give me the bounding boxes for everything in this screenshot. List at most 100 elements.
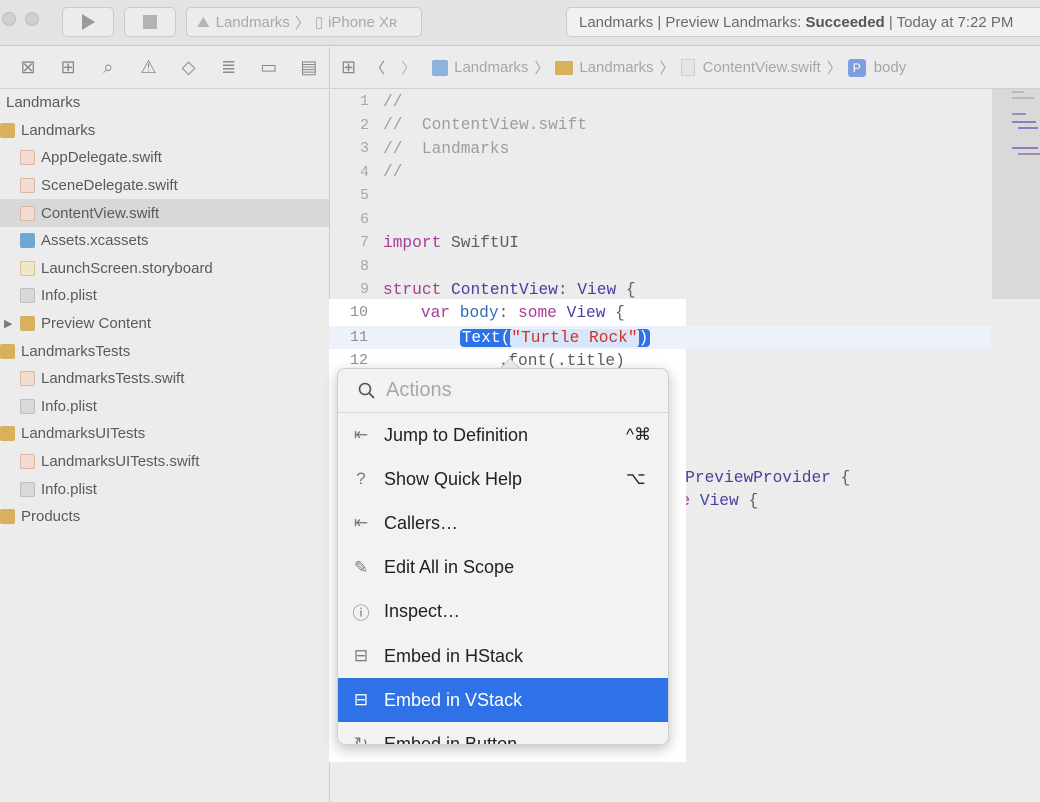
sidebar-item[interactable]: Info.plist	[0, 282, 329, 310]
sidebar-item[interactable]: LandmarksTests	[0, 337, 329, 365]
debug-navigator-tab[interactable]: ≣	[209, 53, 249, 83]
close-window-button[interactable]	[2, 12, 16, 26]
sidebar-item[interactable]: Info.plist	[0, 475, 329, 503]
back-button[interactable]: 〈	[370, 57, 385, 78]
selected-expression[interactable]: Text("Turtle Rock")	[459, 328, 651, 347]
sidebar-item-label: Assets.xcassets	[41, 232, 149, 250]
sidebar-item[interactable]: Landmarks	[0, 89, 329, 117]
scheme-selector[interactable]: ⛰ Landmarks 〉 ▯ iPhone Xʀ	[186, 7, 422, 37]
minimize-window-button[interactable]	[25, 12, 39, 26]
device-icon: ▯	[314, 14, 324, 31]
device-name: iPhone Xʀ	[328, 13, 398, 31]
find-navigator-tab[interactable]: ⌕	[88, 53, 128, 83]
action-item[interactable]: ⇤ Callers…	[338, 501, 668, 545]
action-item[interactable]: ⓘ Inspect…	[338, 590, 668, 634]
navigator-selector-bar: ⊠ ⊞ ⌕ ⚠ ◇ ≣ ▭ ▤	[0, 47, 330, 89]
breadcrumb-symbol[interactable]: body	[874, 59, 907, 76]
sidebar-item[interactable]: LandmarksUITests.swift	[0, 448, 329, 476]
sidebar-item[interactable]: LandmarksTests.swift	[0, 365, 329, 393]
chevron-right-icon: 〉	[294, 14, 310, 32]
breadcrumb-group[interactable]: Landmarks	[579, 59, 653, 76]
code-line: 3 // Landmarks	[331, 137, 993, 160]
line-number: 7	[359, 234, 369, 252]
sidebar-item[interactable]: Landmarks	[0, 117, 329, 145]
code-text: SwiftUI	[441, 233, 520, 252]
breadcrumb-file[interactable]: ContentView.swift	[703, 59, 821, 76]
xcode-window: ⛰ Landmarks 〉 ▯ iPhone Xʀ Landmarks | Pr…	[0, 0, 1040, 802]
activity-suffix: | Today at 7:22 PM	[884, 13, 1014, 31]
refactor-focus-window: 10 var body: some View { 11 Text("Turtle…	[329, 299, 991, 762]
code-comment: // Landmarks	[383, 139, 510, 158]
code-comment: //	[383, 92, 403, 111]
code-identifier: body	[450, 303, 499, 322]
project-navigator-tab[interactable]: ⊠	[8, 53, 48, 83]
sidebar-item-label: LandmarksTests	[21, 342, 131, 360]
sidebar-item[interactable]: Info.plist	[0, 393, 329, 421]
sidebar-item[interactable]: LaunchScreen.storyboard	[0, 255, 329, 283]
report-navigator-tab[interactable]: ▤	[289, 53, 329, 83]
sidebar-item[interactable]: Products	[0, 503, 329, 531]
line-number: 3	[359, 140, 369, 158]
code-keyword: var	[420, 303, 451, 322]
code-line: 4 //	[331, 161, 993, 184]
line-number: 8	[359, 257, 369, 275]
action-item[interactable]: ⊟ Embed in VStack	[338, 678, 668, 723]
action-item[interactable]: ⇤ Jump to Definition ^⌘	[338, 413, 668, 457]
chevron-right-icon: 〉	[534, 60, 550, 77]
test-icon: ◇	[181, 57, 196, 77]
activity-view: Landmarks | Preview Landmarks: Succeeded…	[566, 7, 1040, 37]
hierarchy-icon: ⊞	[60, 57, 76, 77]
code-text: :	[498, 303, 519, 322]
breakpoint-icon: ▭	[260, 57, 278, 77]
action-item[interactable]: ✎ Edit All in Scope	[338, 546, 668, 590]
action-item[interactable]: ↻ Embed in Button	[338, 722, 668, 744]
code-line: 6	[331, 208, 993, 231]
sidebar-item[interactable]: SceneDelegate.swift	[0, 172, 329, 200]
disclosure-triangle-icon[interactable]: ▶	[4, 317, 12, 330]
code-text: :	[557, 280, 578, 299]
action-item[interactable]: ? Show Quick Help ⌥	[338, 457, 668, 501]
swift-icon	[20, 454, 35, 470]
actions-search-field[interactable]: Actions	[338, 369, 668, 413]
breadcrumb-project[interactable]: Landmarks	[454, 59, 528, 76]
minimap[interactable]	[992, 89, 1040, 299]
sidebar-item[interactable]: LandmarksUITests	[0, 420, 329, 448]
code-keyword: struct	[383, 280, 442, 299]
vstack-icon: ⊟	[353, 690, 369, 710]
project-file-icon	[432, 59, 449, 76]
help-icon: ?	[356, 469, 366, 489]
sidebar-item-label: Info.plist	[41, 287, 97, 305]
stop-button[interactable]	[124, 7, 176, 37]
sidebar-item[interactable]: AppDelegate.swift	[0, 144, 329, 172]
swift-icon	[20, 371, 35, 387]
line-number: 12	[349, 352, 368, 369]
report-icon: ▤	[300, 57, 318, 77]
action-item-label: Embed in HStack	[384, 645, 524, 666]
action-item-label: Embed in VStack	[384, 689, 523, 710]
action-item[interactable]: ⊟ Embed in HStack	[338, 634, 668, 678]
line-number: 6	[359, 210, 369, 228]
line-number: 2	[359, 116, 369, 134]
activity-prefix: Landmarks | Preview Landmarks:	[579, 13, 806, 31]
issue-navigator-tab[interactable]: ⚠	[128, 53, 168, 83]
related-items-icon[interactable]: ⊞	[341, 57, 356, 78]
sidebar-item[interactable]: ContentView.swift	[0, 199, 329, 227]
symbol-navigator-tab[interactable]: ⊞	[48, 53, 88, 83]
test-navigator-tab[interactable]: ◇	[169, 53, 209, 83]
forward-button[interactable]: 〉	[401, 57, 416, 78]
run-button[interactable]	[62, 7, 114, 37]
action-popover: Actions ⇤ Jump to Definition ^⌘? Show Quick…	[337, 368, 669, 745]
jump-icon: ⇤	[353, 425, 369, 444]
scheme-name: Landmarks	[215, 13, 290, 31]
sidebar-item[interactable]: Assets.xcassets	[0, 227, 329, 255]
code-call: Text(	[461, 328, 511, 347]
breakpoint-navigator-tab[interactable]: ▭	[249, 53, 289, 83]
activity-status: Succeeded	[805, 13, 885, 31]
app-icon: ⛰	[197, 13, 210, 31]
code-text: {	[830, 468, 851, 487]
code-line-fragment: ome View {	[661, 490, 1040, 513]
sidebar-item[interactable]: ▶ Preview Content	[0, 310, 329, 338]
sidebar-item-label: Landmarks	[6, 94, 81, 112]
code-keyword: some	[518, 303, 557, 322]
